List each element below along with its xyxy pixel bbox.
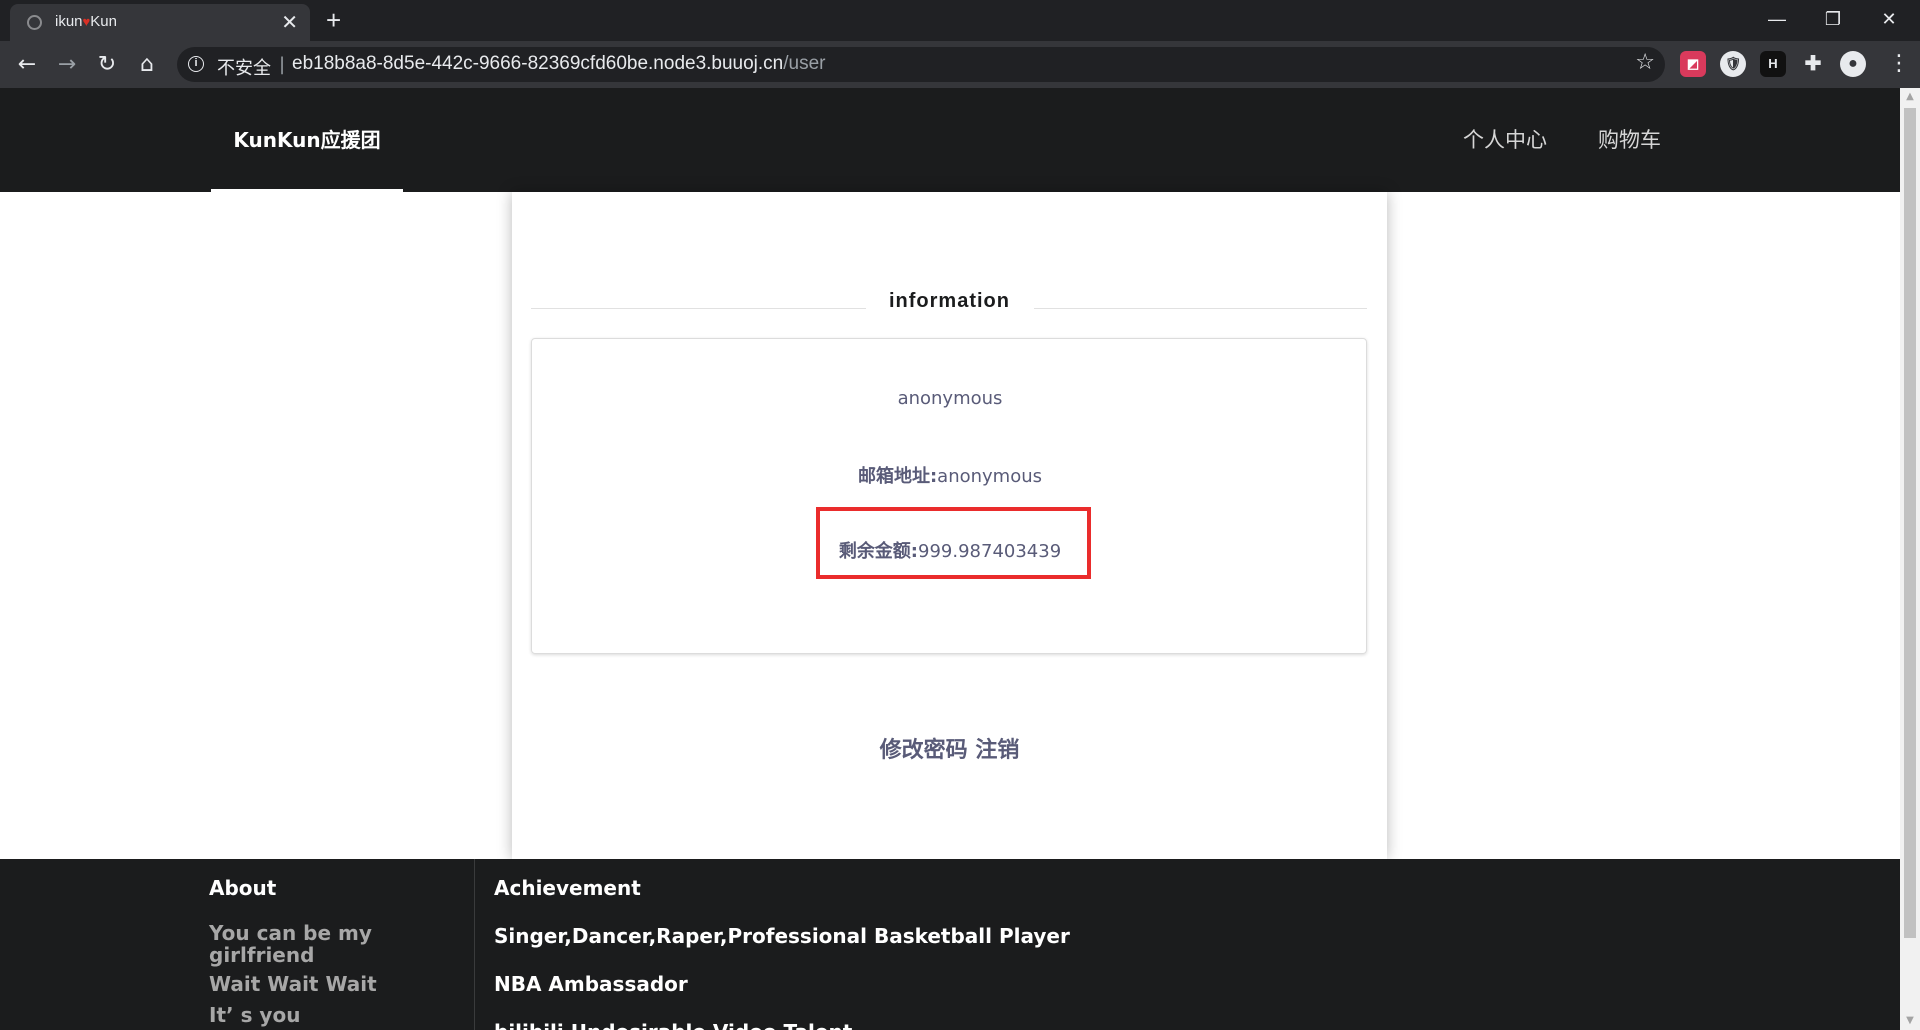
site-footer: About You can be my girlfriend Wait Wait…: [0, 859, 1900, 1030]
balance-highlight-box: [816, 507, 1091, 579]
browser-tabstrip: ikun♥Kun ✕ + — ❐ ✕: [0, 0, 1920, 41]
footer-achievement-item: bilibili Undesirable Video Talent: [494, 1020, 852, 1030]
change-password-link[interactable]: 修改密码: [880, 738, 968, 763]
logout-link[interactable]: 注销: [975, 738, 1019, 763]
page-scrollbar[interactable]: ▲ ▼: [1900, 88, 1920, 1030]
footer-about-title: About: [209, 876, 277, 900]
footer-about-item[interactable]: Wait Wait Wait: [209, 973, 399, 995]
username: anonymous: [897, 388, 1003, 409]
window-minimize-button[interactable]: —: [1757, 4, 1797, 34]
window-restore-button[interactable]: ❐: [1813, 4, 1853, 34]
window-close-button[interactable]: ✕: [1869, 4, 1909, 34]
browser-tab-active[interactable]: ikun♥Kun ✕: [10, 4, 310, 41]
extension-1-icon[interactable]: ◩: [1680, 51, 1706, 77]
tab-title: ikun♥Kun: [55, 13, 117, 30]
globe-icon: [27, 15, 42, 30]
url-path: /user: [783, 53, 826, 74]
account-actions: 修改密码 注销: [512, 732, 1387, 764]
extension-fox-icon[interactable]: 🛡: [1720, 51, 1746, 77]
extension-h-icon[interactable]: H: [1760, 51, 1786, 77]
email-value: anonymous: [937, 466, 1043, 487]
tab-close-icon[interactable]: ✕: [281, 10, 298, 34]
url-text[interactable]: eb18b8a8-8d5e-442c-9666-82369cfd60be.nod…: [292, 53, 826, 75]
new-tab-button[interactable]: +: [326, 6, 341, 34]
reload-icon[interactable]: ↻: [92, 50, 122, 80]
divider-right: [1034, 308, 1367, 309]
footer-about-item[interactable]: It’ s you: [209, 1004, 399, 1026]
back-arrow-icon[interactable]: ←: [12, 50, 42, 80]
brand-link[interactable]: KunKun应援团: [211, 88, 403, 192]
scroll-up-arrow-icon[interactable]: ▲: [1900, 88, 1920, 106]
footer-divider: [474, 859, 475, 1030]
section-title: information: [889, 290, 1010, 312]
email-label: 邮箱地址:: [857, 466, 938, 487]
forward-arrow-icon[interactable]: →: [52, 50, 82, 80]
footer-achievement-item: NBA Ambassador: [494, 972, 688, 996]
address-bar[interactable]: i 不安全 | eb18b8a8-8d5e-442c-9666-82369cfd…: [177, 47, 1665, 82]
footer-achievement-item: Singer,Dancer,Raper,Professional Basketb…: [494, 924, 1070, 948]
site-header: KunKun应援团 个人中心 购物车: [0, 88, 1900, 192]
footer-about-item[interactable]: You can be my girlfriend: [209, 922, 399, 966]
tab-title-prefix: ikun: [55, 13, 83, 30]
info-box: anonymous 邮箱地址:anonymous 剩余金额:999.987403…: [531, 338, 1367, 654]
nav-personal-center[interactable]: 个人中心: [1463, 88, 1547, 192]
bookmark-star-icon[interactable]: ☆: [1635, 50, 1655, 75]
security-label[interactable]: 不安全: [217, 54, 271, 80]
site-info-icon[interactable]: i: [188, 56, 204, 72]
browser-menu-icon[interactable]: ⋮: [1888, 52, 1910, 76]
scrollbar-thumb[interactable]: [1904, 108, 1916, 938]
tab-title-suffix: Kun: [90, 13, 117, 30]
email-row: 邮箱地址:anonymous: [532, 462, 1368, 488]
url-host: eb18b8a8-8d5e-442c-9666-82369cfd60be.nod…: [292, 53, 784, 74]
nav-cart[interactable]: 购物车: [1598, 88, 1661, 192]
home-icon[interactable]: ⌂: [132, 50, 162, 80]
footer-achievement-title: Achievement: [494, 876, 641, 900]
scroll-down-arrow-icon[interactable]: ▼: [1900, 1012, 1920, 1030]
puzzle-icon[interactable]: ✚: [1800, 51, 1826, 77]
browser-toolbar: ← → ↻ ⌂ i 不安全 | eb18b8a8-8d5e-442c-9666-…: [0, 41, 1920, 88]
omnibox-separator: |: [279, 54, 286, 75]
profile-avatar-icon[interactable]: ●: [1840, 51, 1866, 77]
